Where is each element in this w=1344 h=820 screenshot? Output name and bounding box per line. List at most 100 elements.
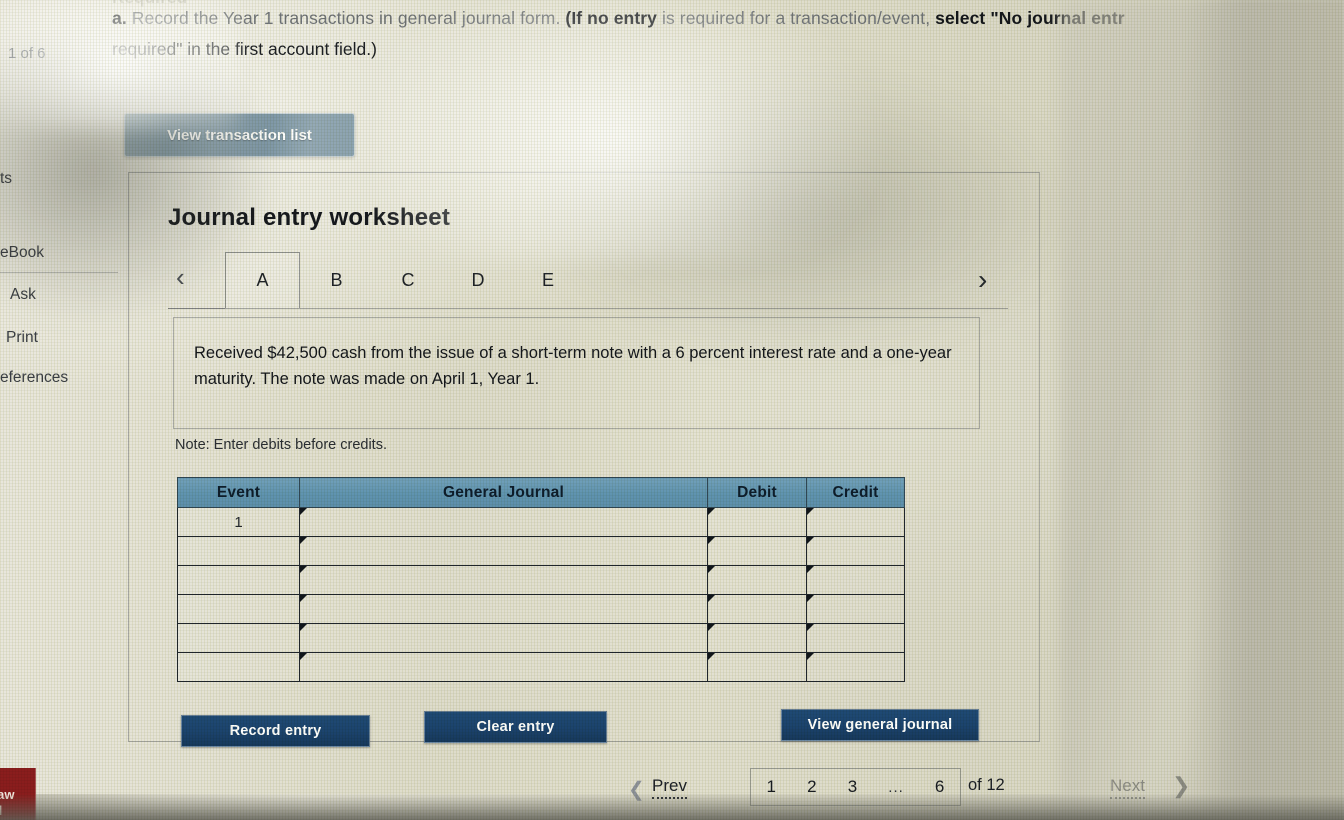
dropdown-marker-icon [708,508,715,515]
cell-debit-3[interactable] [707,565,807,595]
cell-general-journal-5[interactable] [299,623,708,653]
tab-c-label: C [401,269,415,290]
table-row: 1 [177,507,905,537]
page-button-1[interactable]: 1 [765,777,778,797]
worksheet-tabs: ‹ A B C D E › [168,252,1008,310]
dropdown-marker-icon [807,624,814,631]
journal-entry-table: Event General Journal Debit Credit 1 [177,477,905,682]
next-button[interactable]: Next [1110,776,1145,799]
record-entry-button[interactable]: Record entry [181,715,370,747]
debits-before-credits-note: Note: Enter debits before credits. [175,437,387,453]
part-counter: 1 of 6 [8,45,46,62]
dropdown-marker-icon [708,653,715,660]
cell-debit-6[interactable] [707,652,807,682]
rail-item-references[interactable]: eferences [0,367,68,389]
tab-b[interactable]: B [300,252,373,308]
cell-event-1: 1 [177,507,300,537]
col-header-credit: Credit [806,477,905,508]
page-button-3-current[interactable]: 3 [846,777,859,797]
dropdown-marker-icon [807,653,814,660]
question-line2-rest: in the first account field.) [182,39,377,59]
cell-credit-4[interactable] [806,594,905,624]
worksheet-title: Journal entry worksheet [168,204,451,231]
view-general-journal-button[interactable]: View general journal [781,709,979,741]
col-header-event: Event [177,477,300,508]
cell-event-6 [177,652,300,682]
dropdown-marker-icon [807,595,814,602]
page-button-2[interactable]: 2 [805,777,818,797]
cell-general-journal-2[interactable] [299,536,708,566]
chevron-left-icon[interactable]: ❮ [628,777,645,802]
cell-credit-1[interactable] [806,507,905,537]
chevron-left-icon[interactable]: ‹ [176,264,185,290]
dropdown-marker-icon [807,537,814,544]
cell-credit-5[interactable] [806,623,905,653]
rail-item-ask[interactable]: Ask [10,284,36,306]
cell-credit-6[interactable] [806,652,905,682]
dropdown-marker-icon [300,508,307,515]
rail-item-print[interactable]: Print [6,327,38,349]
dropdown-marker-icon [807,508,814,515]
clear-entry-button[interactable]: Clear entry [424,711,607,743]
logo-line-2: Graw [0,787,15,802]
question-part-label: a. [112,8,127,28]
question-line2-ghost: required" [112,39,183,59]
cell-debit-1[interactable] [707,507,807,537]
dropdown-marker-icon [807,566,814,573]
question-prompt-line1: a. Record the Year 1 transactions in gen… [112,6,1344,31]
tab-e-label: E [541,269,554,290]
cell-debit-4[interactable] [707,594,807,624]
photographed-screen: Required 1 of 6 a. Record the Year 1 tra… [0,0,1344,820]
tab-a[interactable]: A [225,252,300,308]
page-number-group: 1 2 3 ... 6 [750,768,961,806]
cell-general-journal-3[interactable] [299,565,708,595]
cell-general-journal-1[interactable] [299,507,708,537]
cell-event-3 [177,565,300,595]
tab-b-label: B [330,269,343,290]
logo-line-1: Mc [0,771,31,787]
cell-debit-5[interactable] [707,623,807,653]
table-row [177,565,905,595]
page-button-6[interactable]: 6 [933,777,946,797]
question-text-mid: is required for a transaction/event, [657,8,936,28]
table-row [177,594,905,624]
cell-event-2 [177,536,300,566]
cell-credit-3[interactable] [806,565,905,595]
dropdown-marker-icon [708,566,715,573]
tab-a-label: A [256,270,269,290]
tabs-baseline [168,308,1008,309]
cell-credit-2[interactable] [806,536,905,566]
question-text: Record the Year 1 transactions in genera… [131,8,561,28]
chevron-right-icon[interactable]: ❯ [1172,773,1190,799]
rail-item-ebook[interactable]: eBook [0,242,44,264]
table-row [177,623,905,653]
dropdown-marker-icon [300,624,307,631]
col-header-debit: Debit [707,477,807,508]
tab-c[interactable]: C [373,252,443,308]
cell-debit-2[interactable] [707,536,807,566]
logo-line-3: Hill [0,803,3,818]
dropdown-marker-icon [708,537,715,544]
mcgraw-hill-logo: Mc Graw Hill [0,768,36,820]
table-row [177,652,905,682]
view-transaction-list-button[interactable]: View transaction list [124,113,355,157]
table-header-row: Event General Journal Debit Credit [177,477,905,508]
pagination-bar: ❮ Prev 1 2 3 ... 6 of 12 Next ❯ [0,760,1344,820]
cell-event-5 [177,623,300,653]
page-total-label: of 12 [968,776,1005,794]
cell-event-4 [177,594,300,624]
question-bold-1: (If no entry [565,8,658,28]
tab-d[interactable]: D [443,252,513,308]
tab-e[interactable]: E [513,252,583,308]
cell-general-journal-4[interactable] [299,594,708,624]
cell-general-journal-6[interactable] [299,652,708,682]
lms-assignment-page: Required 1 of 6 a. Record the Year 1 tra… [0,0,1344,820]
dropdown-marker-icon [708,624,715,631]
dropdown-marker-icon [708,595,715,602]
rail-item-hints[interactable]: ts [0,168,12,190]
page-ellipsis: ... [888,778,904,796]
chevron-right-icon[interactable]: › [978,266,987,294]
tabs-baseline-left [168,308,225,309]
question-bold-2: select "No journal entr [935,8,1125,28]
prev-button[interactable]: Prev [652,776,687,799]
